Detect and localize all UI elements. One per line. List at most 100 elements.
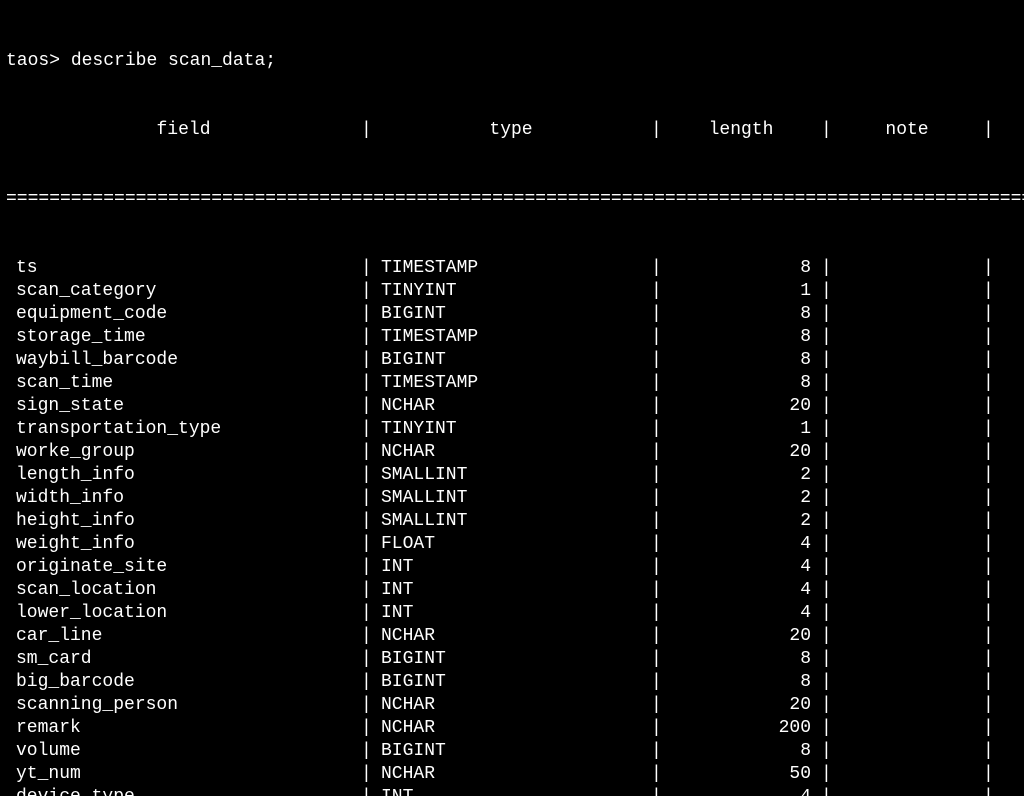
pipe-icon: | bbox=[361, 487, 371, 510]
cell-field: car_line bbox=[6, 625, 361, 648]
table-row: yt_num|NCHAR|50|| bbox=[6, 763, 1018, 786]
cell-type: NCHAR bbox=[371, 694, 651, 717]
command-line[interactable]: taos> describe scan_data; bbox=[6, 50, 1018, 73]
pipe-icon: | bbox=[983, 280, 993, 303]
pipe-icon: | bbox=[651, 119, 661, 142]
cell-field: big_barcode bbox=[6, 671, 361, 694]
cell-field: originate_site bbox=[6, 556, 361, 579]
cell-field: waybill_barcode bbox=[6, 349, 361, 372]
cell-length: 8 bbox=[661, 303, 821, 326]
cell-length: 20 bbox=[661, 625, 821, 648]
cell-length: 2 bbox=[661, 464, 821, 487]
pipe-icon: | bbox=[361, 740, 371, 763]
pipe-icon: | bbox=[651, 694, 661, 717]
cell-type: BIGINT bbox=[371, 671, 651, 694]
separator-row: ========================================… bbox=[6, 188, 1018, 211]
cell-type: NCHAR bbox=[371, 441, 651, 464]
pipe-icon: | bbox=[983, 625, 993, 648]
pipe-icon: | bbox=[651, 786, 661, 796]
cell-type: NCHAR bbox=[371, 625, 651, 648]
cell-length: 2 bbox=[661, 487, 821, 510]
pipe-icon: | bbox=[361, 648, 371, 671]
pipe-icon: | bbox=[361, 119, 371, 142]
pipe-icon: | bbox=[983, 303, 993, 326]
table-row: scan_time|TIMESTAMP|8|| bbox=[6, 372, 1018, 395]
table-row: ts|TIMESTAMP|8|| bbox=[6, 257, 1018, 280]
table-row: equipment_code|BIGINT|8|| bbox=[6, 303, 1018, 326]
cell-field: scan_location bbox=[6, 579, 361, 602]
pipe-icon: | bbox=[361, 418, 371, 441]
cell-length: 8 bbox=[661, 648, 821, 671]
pipe-icon: | bbox=[983, 671, 993, 694]
pipe-icon: | bbox=[983, 418, 993, 441]
pipe-icon: | bbox=[983, 694, 993, 717]
cell-length: 8 bbox=[661, 671, 821, 694]
header-type: type bbox=[371, 119, 651, 142]
pipe-icon: | bbox=[983, 326, 993, 349]
cell-type: INT bbox=[371, 579, 651, 602]
pipe-icon: | bbox=[983, 556, 993, 579]
table-row: scanning_person|NCHAR|20|| bbox=[6, 694, 1018, 717]
pipe-icon: | bbox=[821, 441, 831, 464]
pipe-icon: | bbox=[983, 786, 993, 796]
pipe-icon: | bbox=[821, 556, 831, 579]
cell-length: 200 bbox=[661, 717, 821, 740]
pipe-icon: | bbox=[821, 579, 831, 602]
table-row: sign_state|NCHAR|20|| bbox=[6, 395, 1018, 418]
cell-type: NCHAR bbox=[371, 395, 651, 418]
pipe-icon: | bbox=[361, 303, 371, 326]
table-row: sm_card|BIGINT|8|| bbox=[6, 648, 1018, 671]
header-note: note bbox=[831, 119, 983, 142]
pipe-icon: | bbox=[983, 257, 993, 280]
pipe-icon: | bbox=[651, 556, 661, 579]
pipe-icon: | bbox=[361, 625, 371, 648]
table-body: ts|TIMESTAMP|8||scan_category|TINYINT|1|… bbox=[6, 257, 1018, 796]
pipe-icon: | bbox=[651, 602, 661, 625]
pipe-icon: | bbox=[651, 441, 661, 464]
cell-length: 4 bbox=[661, 556, 821, 579]
table-row: scan_category|TINYINT|1|| bbox=[6, 280, 1018, 303]
cell-field: remark bbox=[6, 717, 361, 740]
pipe-icon: | bbox=[821, 372, 831, 395]
header-length: length bbox=[661, 119, 821, 142]
cell-field: ts bbox=[6, 257, 361, 280]
pipe-icon: | bbox=[361, 786, 371, 796]
pipe-icon: | bbox=[651, 510, 661, 533]
table-row: originate_site|INT|4|| bbox=[6, 556, 1018, 579]
pipe-icon: | bbox=[361, 257, 371, 280]
pipe-icon: | bbox=[361, 602, 371, 625]
pipe-icon: | bbox=[821, 740, 831, 763]
table-header-row: field|type|length|note| bbox=[6, 119, 1018, 142]
table-row: remark|NCHAR|200|| bbox=[6, 717, 1018, 740]
cell-type: INT bbox=[371, 602, 651, 625]
cell-type: FLOAT bbox=[371, 533, 651, 556]
table-row: scan_location|INT|4|| bbox=[6, 579, 1018, 602]
pipe-icon: | bbox=[361, 326, 371, 349]
cell-type: TINYINT bbox=[371, 418, 651, 441]
cell-length: 4 bbox=[661, 533, 821, 556]
cell-field: lower_location bbox=[6, 602, 361, 625]
cell-length: 8 bbox=[661, 372, 821, 395]
pipe-icon: | bbox=[821, 510, 831, 533]
cell-field: equipment_code bbox=[6, 303, 361, 326]
cell-type: BIGINT bbox=[371, 740, 651, 763]
cell-field: length_info bbox=[6, 464, 361, 487]
terminal-output: taos> describe scan_data; field|type|len… bbox=[0, 0, 1024, 796]
pipe-icon: | bbox=[651, 395, 661, 418]
cell-length: 8 bbox=[661, 349, 821, 372]
pipe-icon: | bbox=[983, 119, 993, 142]
pipe-icon: | bbox=[651, 303, 661, 326]
pipe-icon: | bbox=[651, 533, 661, 556]
pipe-icon: | bbox=[821, 418, 831, 441]
cell-field: sign_state bbox=[6, 395, 361, 418]
pipe-icon: | bbox=[651, 648, 661, 671]
pipe-icon: | bbox=[821, 119, 831, 142]
pipe-icon: | bbox=[651, 326, 661, 349]
pipe-icon: | bbox=[821, 257, 831, 280]
cell-field: worke_group bbox=[6, 441, 361, 464]
cell-type: INT bbox=[371, 556, 651, 579]
cell-type: SMALLINT bbox=[371, 487, 651, 510]
cell-length: 20 bbox=[661, 694, 821, 717]
pipe-icon: | bbox=[983, 763, 993, 786]
pipe-icon: | bbox=[983, 349, 993, 372]
